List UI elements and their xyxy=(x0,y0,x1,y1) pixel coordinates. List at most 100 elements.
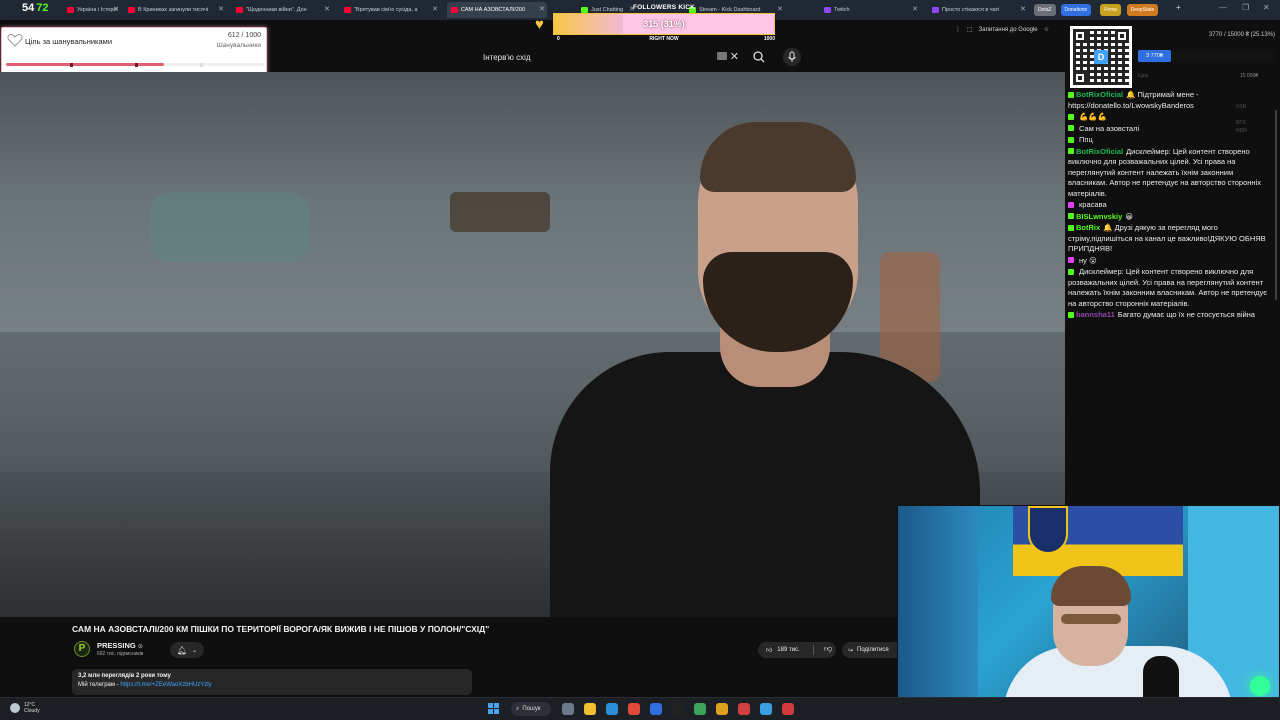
browser-tab[interactable]: "Щоденники війни". Дон ✕ xyxy=(232,2,332,18)
chat-username[interactable]: BotRixOficial xyxy=(1076,90,1123,99)
taskbar-app-icon[interactable] xyxy=(738,703,750,715)
chat-message: ну 😮 xyxy=(1068,256,1274,267)
close-tab-icon[interactable]: ✕ xyxy=(777,5,783,13)
browser-tab-label: В Криниках загинули тисячі xyxy=(138,7,209,13)
channel-name-text: PRESSING xyxy=(97,641,136,650)
close-tab-icon[interactable]: ✕ xyxy=(1020,5,1026,13)
star-icon[interactable]: ☆ xyxy=(1044,26,1049,33)
youtube-favicon-icon xyxy=(236,7,243,13)
weather-desc: Cloudy xyxy=(24,708,40,714)
close-tab-icon[interactable]: ✕ xyxy=(912,5,918,13)
close-tab-icon[interactable]: ✕ xyxy=(113,5,119,13)
channel-avatar[interactable]: P xyxy=(74,641,90,657)
close-tab-icon[interactable]: ✕ xyxy=(432,5,438,13)
bookmark-button[interactable]: Firma xyxy=(1100,4,1121,16)
taskbar-app-icon[interactable] xyxy=(606,703,618,715)
microphone-icon[interactable] xyxy=(782,47,802,67)
chat-username[interactable]: BotRix xyxy=(1076,223,1100,232)
donation-goal-total: 3770 / 15000 ₴ (25.13%) xyxy=(1208,32,1275,38)
windows-start-icon[interactable] xyxy=(488,703,499,714)
taskbar-app-icon[interactable] xyxy=(782,703,794,715)
close-tab-icon[interactable]: ✕ xyxy=(218,5,224,13)
browser-tab[interactable]: САМ НА АЗОВСТАЛІ/200 ✕ xyxy=(447,2,547,18)
channel-name[interactable]: PRESSING ⊙ xyxy=(97,641,143,650)
chat-username[interactable]: BotRixOficial xyxy=(1076,147,1123,156)
close-window-icon[interactable]: ✕ xyxy=(1263,3,1270,12)
video-title: САМ НА АЗОВСТАЛІ/200 КМ ПІШКИ ПО ТЕРИТОР… xyxy=(72,624,490,634)
bookmark-button[interactable]: DotaZ xyxy=(1034,4,1056,16)
browser-tab-label: Twitch xyxy=(834,7,850,13)
toolbar-right: ⋮ ⬚ Запитання до Google ☆ xyxy=(955,26,1065,34)
chat-message-text: Сам на азовсталі xyxy=(1079,123,1140,133)
browser-tab[interactable]: "Врятував сім'ю сусіда, а ✕ xyxy=(340,2,440,18)
browser-tab[interactable]: В Криниках загинули тисячі ✕ xyxy=(124,2,226,18)
close-tab-icon[interactable]: ✕ xyxy=(539,5,545,13)
share-icon: ↪ xyxy=(848,647,854,654)
share-label: Поділитися xyxy=(857,647,889,653)
translate-icon[interactable]: ⬚ xyxy=(967,26,973,33)
taskbar-search-button[interactable]: ⌕ Пошук xyxy=(511,702,551,716)
kick-count: 72 xyxy=(36,2,49,14)
chat-message-text: ну 😮 xyxy=(1079,255,1097,265)
donation-goal-amount: 3 770₴ xyxy=(1138,50,1171,62)
taskbar-app-icon[interactable] xyxy=(672,703,684,715)
windows-taskbar: 12°C Cloudy ⌕ Пошук xyxy=(0,697,1280,720)
search-icon[interactable] xyxy=(750,48,768,66)
fan-goal-subtitle: Шанувальники xyxy=(216,42,261,49)
qr-eye xyxy=(1073,71,1087,85)
donatello-logo: D xyxy=(1094,50,1108,64)
google-query-button[interactable]: Запитання до Google xyxy=(979,27,1038,33)
subscribed-bell-button[interactable]: 🔔︎ ⌄ xyxy=(170,642,204,658)
chat-message: BotRixOficial Дисклеймер: Цей контент ств… xyxy=(1068,147,1274,200)
minimize-icon[interactable]: — xyxy=(1219,3,1227,12)
browser-tab[interactable]: Просто стікаюся в чаті ✕ xyxy=(928,2,1028,18)
chat-scrollbar[interactable] xyxy=(1275,110,1277,300)
chat-badge-icon xyxy=(1068,201,1074,208)
like-button[interactable]: 👍︎ 189 тис. 👎︎ xyxy=(758,642,836,658)
webcam-feed xyxy=(897,505,1280,720)
qr-eye xyxy=(1073,29,1087,43)
clear-search-icon[interactable]: ✕ xyxy=(730,50,739,63)
chat-username[interactable]: BISLwnvskiy xyxy=(1076,212,1122,221)
maximize-icon[interactable]: ❐ xyxy=(1242,3,1249,12)
video-description[interactable]: 3,2 млн переглядів 2 роки тому Мій телег… xyxy=(72,669,472,695)
telegram-link[interactable]: https://t.me/+ZEeWaoXzbHUzYzly xyxy=(120,682,211,688)
keyboard-icon[interactable] xyxy=(717,52,727,60)
taskbar-app-icon[interactable] xyxy=(650,703,662,715)
chat-message: 💪💪💪 xyxy=(1068,112,1274,123)
taskbar-app-icon[interactable] xyxy=(628,703,640,715)
taskbar-app-icon[interactable] xyxy=(584,703,596,715)
search-input[interactable]: Інтерв'ю схід ✕ xyxy=(477,48,745,66)
video-person-hair xyxy=(700,122,856,192)
qr-pattern: D xyxy=(1073,29,1129,85)
description-line: Мій телеграм - https://t.me/+ZEeWaoXzbHU… xyxy=(78,682,466,688)
share-button[interactable]: ↪ Поділитися xyxy=(842,642,902,658)
channel-subscribers: 692 тис. підписників xyxy=(97,651,144,657)
fan-goal-fill xyxy=(6,63,164,66)
taskbar-app-icon[interactable] xyxy=(562,703,574,715)
chat-username[interactable]: bannsha11 xyxy=(1076,310,1115,319)
browser-tab-label: "Врятував сім'ю сусіда, а xyxy=(354,7,418,13)
webcam-person-hair xyxy=(1051,566,1131,606)
close-tab-icon[interactable]: ✕ xyxy=(324,5,330,13)
extensions-icon[interactable]: ⋮ xyxy=(955,26,961,33)
new-tab-icon[interactable]: + xyxy=(1176,3,1181,12)
chat-badge-icon xyxy=(1068,113,1074,120)
browser-tab[interactable]: Україна і Історія ✕ xyxy=(63,2,121,18)
taskbar-search-label: Пошук xyxy=(522,706,541,712)
browser-tab-label: САМ НА АЗОВСТАЛІ/200 xyxy=(461,7,526,13)
stream-chat: BotRixOficial 🔔 Підтримай мене - https://… xyxy=(1068,90,1274,370)
tryzub-emblem xyxy=(1028,506,1068,554)
taskbar-app-icon[interactable] xyxy=(694,703,706,715)
webcam-light xyxy=(1250,676,1270,696)
thumbs-down-icon[interactable]: 👎︎ xyxy=(824,644,832,654)
bookmark-button[interactable]: DeepState xyxy=(1126,4,1159,16)
webcam-person xyxy=(993,556,1233,719)
like-count: 189 тис. xyxy=(777,647,800,653)
chat-badge-icon xyxy=(1068,268,1074,275)
taskbar-app-icon[interactable] xyxy=(760,703,772,715)
browser-tab[interactable]: Twitch ✕ xyxy=(820,2,920,18)
taskbar-app-icon[interactable] xyxy=(716,703,728,715)
bookmark-button[interactable]: Donations xyxy=(1060,4,1092,16)
weather-widget[interactable]: 12°C Cloudy xyxy=(10,702,40,714)
